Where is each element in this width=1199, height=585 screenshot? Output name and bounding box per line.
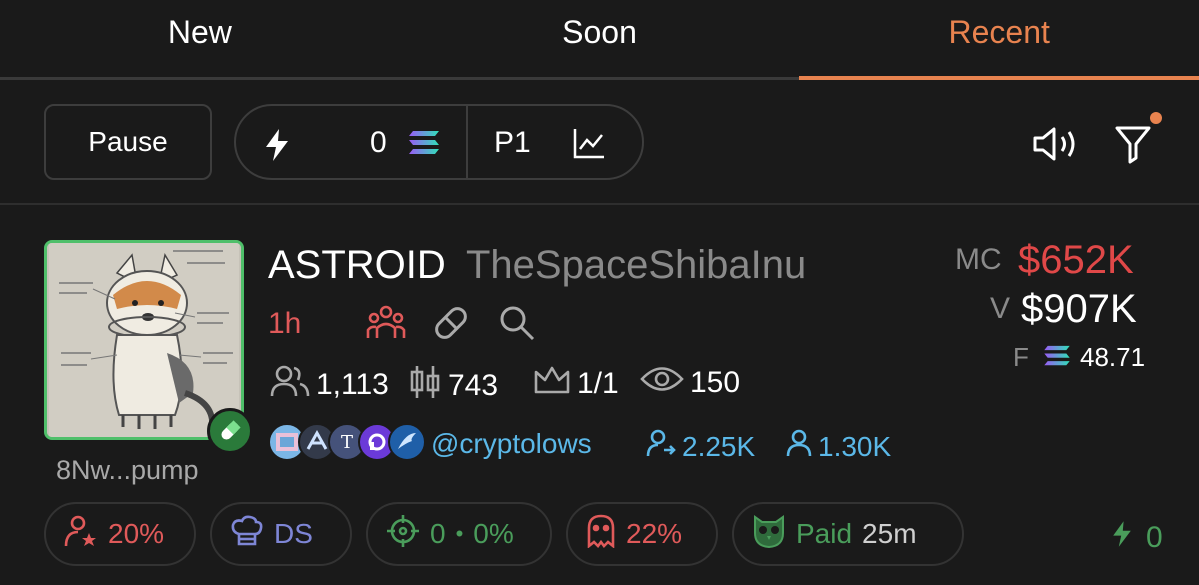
filter-icon[interactable] [1114, 124, 1152, 169]
eye-icon [640, 364, 684, 402]
user-star-icon [64, 514, 98, 555]
social-avatars: T [268, 423, 426, 461]
bolt-icon [262, 128, 292, 167]
snipers-chip[interactable]: 0 • 0% [366, 502, 552, 566]
crosshair-icon [386, 514, 420, 555]
bolt-icon [1110, 518, 1134, 558]
quick-buy-pill: 0 P1 [234, 104, 644, 180]
crown-icon [533, 364, 571, 404]
holders-stat: 1,113 [270, 364, 389, 406]
solana-icon [1043, 345, 1071, 372]
trades-stat: 743 [408, 364, 498, 408]
user-icon [786, 428, 812, 465]
fees-label: F [1013, 342, 1029, 372]
dev-sold-value: DS [274, 518, 313, 549]
preset-label: P1 [494, 126, 531, 159]
chef-hat-icon [230, 514, 264, 555]
token-name: ASTROID [268, 243, 446, 287]
dex-paid-chip[interactable]: Paid 25m [732, 502, 964, 566]
quick-buy-count-value: 0 [1146, 521, 1163, 554]
filter-indicator-dot [1150, 112, 1162, 124]
tab-soon-label: Soon [562, 14, 637, 50]
user-add-icon [646, 428, 676, 465]
owl-icon [752, 513, 786, 556]
ghost-icon [586, 514, 616, 555]
tab-new-label: New [167, 14, 232, 50]
candlestick-icon [408, 364, 442, 408]
tab-new[interactable]: New [0, 0, 400, 77]
toolbar: Pause 0 P1 [0, 80, 1199, 205]
top-value: 1/1 [577, 367, 619, 400]
market-cap-value: $652K [1018, 238, 1134, 282]
snipers-separator: • [455, 521, 464, 546]
solana-icon [408, 130, 440, 161]
dex-paid-label: Paid [796, 518, 853, 549]
dex-paid-time: 25m [862, 518, 917, 549]
followers-1-value: 2.25K [682, 430, 756, 462]
market-cap-label: MC [955, 243, 1002, 276]
views-stat: 150 [640, 364, 740, 402]
holders-count: 1,113 [316, 368, 389, 401]
quick-buy-count[interactable]: 0 [1110, 518, 1163, 558]
speaker-icon[interactable] [1032, 126, 1082, 167]
pill-icon [207, 408, 253, 454]
top-stat: 1/1 [533, 364, 619, 404]
token-address[interactable]: 8Nw...pump [56, 455, 199, 486]
dev-holding-chip[interactable]: 20% [44, 502, 196, 566]
views-count: 150 [690, 366, 741, 399]
trades-count: 743 [448, 369, 499, 402]
quick-buy-value: 0 [370, 126, 387, 159]
token-subname: TheSpaceShibaInu [466, 243, 807, 287]
followers-2-value: 1.30K [818, 430, 892, 462]
dev-holding-value: 20% [108, 518, 165, 549]
chart-icon [572, 126, 606, 165]
pause-button[interactable]: Pause [44, 104, 212, 180]
volume-label: V [990, 292, 1011, 325]
token-age: 1h [268, 307, 302, 340]
dev-sold-chip[interactable]: DS [210, 502, 352, 566]
followers-stat-1: 2.25K [646, 428, 755, 465]
tab-recent-label: Recent [948, 14, 1050, 50]
preset-selector[interactable]: P1 [468, 106, 642, 178]
social-avatar-5[interactable] [388, 423, 426, 461]
quick-buy-amount[interactable]: 0 [236, 106, 468, 178]
fees-value: 48.71 [1080, 342, 1146, 372]
snipers-pct: 0% [473, 518, 514, 549]
token-image[interactable] [44, 240, 244, 440]
snipers-count: 0 [430, 518, 446, 549]
twitter-handle[interactable]: @cryptolows [431, 428, 592, 460]
tab-recent[interactable]: Recent [799, 0, 1199, 80]
holders-icon [270, 364, 310, 406]
link-pill-icon[interactable] [432, 304, 470, 347]
volume-value: $907K [1021, 287, 1137, 331]
tab-soon[interactable]: Soon [400, 0, 800, 77]
insiders-value: 22% [626, 518, 683, 549]
insiders-chip[interactable]: 22% [566, 502, 718, 566]
search-icon[interactable] [498, 304, 536, 347]
followers-stat-2: 1.30K [786, 428, 891, 465]
tab-bar: New Soon Recent [0, 0, 1199, 80]
community-icon[interactable] [366, 304, 406, 345]
